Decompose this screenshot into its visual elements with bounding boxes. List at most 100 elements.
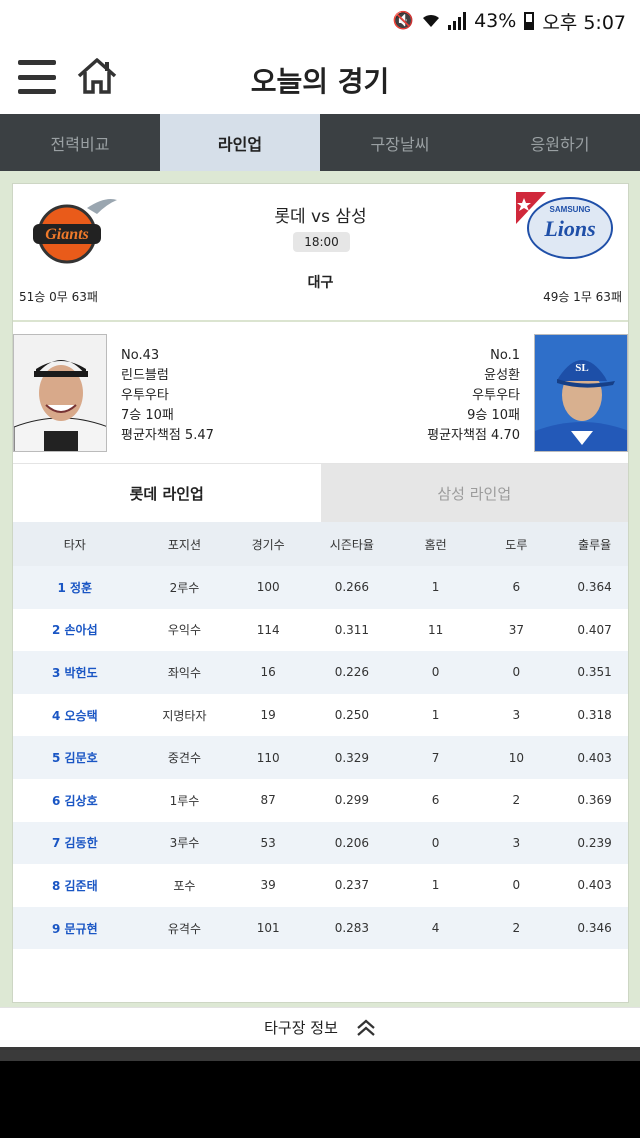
cell-hr: 0: [431, 835, 440, 850]
cell-obp: 0.407: [577, 622, 612, 637]
pitcher-info-left: No.43 린드블럼 우투우타 7승 10패 평균자책점 5.47: [121, 346, 214, 446]
wifi-icon: [423, 14, 440, 27]
cell-obp: 0.364: [577, 580, 612, 595]
cell-position: 포수: [173, 878, 196, 893]
other-games-button[interactable]: 타구장 정보: [0, 1007, 640, 1047]
cell-sb: 0: [512, 665, 521, 680]
mute-icon: 🔇: [392, 11, 415, 31]
table-row: 4 오승택 지명타자 19 0.250 1 3 0.318: [13, 694, 628, 737]
cell-sb: 10: [508, 750, 524, 765]
battery-icon: [524, 12, 535, 30]
cell-position: 3루수: [169, 836, 200, 851]
cell-games: 19: [260, 708, 276, 723]
col-position: 포지션: [167, 537, 201, 552]
bottom-strip: [0, 1047, 640, 1061]
away-record: 49승 1무 63패: [543, 290, 622, 304]
match-teams: 롯데 vs 삼성: [274, 207, 367, 227]
cell-obp: 0.239: [577, 835, 612, 850]
pitcher-photo-right: SL: [534, 334, 628, 452]
tab-comparison[interactable]: 전력비교: [0, 114, 160, 171]
cell-position: 지명타자: [162, 708, 207, 723]
cell-avg: 0.237: [334, 878, 370, 893]
content-area: Giants SAMSUNG Lions 롯데 vs 삼성 18:00 대구 5…: [0, 171, 640, 1007]
cell-games: 16: [260, 665, 276, 680]
match-header: Giants SAMSUNG Lions 롯데 vs 삼성 18:00 대구 5…: [13, 184, 628, 322]
cell-batter[interactable]: 9 문규현: [13, 920, 137, 937]
col-avg: 시즌타율: [329, 537, 374, 552]
cell-games: 114: [256, 622, 280, 637]
stadium-name: 대구: [307, 275, 334, 291]
cell-hr: 4: [431, 921, 440, 936]
tab-lineup[interactable]: 라인업: [160, 114, 320, 171]
table-row: 3 박헌도 좌익수 16 0.226 0 0 0.351: [13, 651, 628, 694]
cell-hr: 11: [427, 622, 444, 637]
svg-text:SL: SL: [575, 362, 588, 374]
table-row: 9 문규현 유격수 101 0.283 4 2 0.346: [13, 906, 628, 950]
tab-bar: 전력비교 라인업 구장날씨 응원하기: [0, 114, 640, 171]
cell-avg: 0.250: [334, 708, 370, 723]
table-row: 1 정훈 2루수 100 0.266 1 6 0.364: [13, 566, 628, 609]
clock: 오후 5:07: [542, 11, 626, 34]
battery-percent: 43%: [474, 10, 517, 32]
cell-obp: 0.403: [577, 750, 612, 765]
cell-position: 1루수: [169, 793, 200, 808]
lineup-card: Giants SAMSUNG Lions 롯데 vs 삼성 18:00 대구 5…: [12, 183, 629, 1003]
match-time: 18:00: [293, 232, 350, 252]
tab-away-lineup[interactable]: 삼성 라인업: [320, 464, 628, 522]
status-bar: 🔇 43% 오후 5:07: [0, 0, 640, 42]
cell-games: 101: [256, 921, 280, 936]
cell-hr: 0: [431, 665, 440, 680]
cell-batter[interactable]: 8 김준태: [13, 877, 137, 894]
cell-games: 100: [256, 580, 280, 595]
cell-hr: 1: [431, 580, 440, 595]
table-row: 5 김문호 중견수 110 0.329 7 10 0.403: [13, 736, 628, 779]
cell-avg: 0.299: [334, 793, 370, 808]
tab-weather[interactable]: 구장날씨: [320, 114, 480, 171]
table-row: 7 김동한 3루수 53 0.206 0 3 0.239: [13, 821, 628, 865]
cell-avg: 0.329: [334, 750, 370, 765]
pitcher-record: 9승 10패: [467, 408, 520, 423]
cell-avg: 0.266: [334, 580, 370, 595]
cell-sb: 37: [508, 622, 524, 637]
table-header: 타자 포지션 경기수 시즌타율 홈런 도루 출루율: [13, 522, 628, 566]
starting-pitchers: No.43 린드블럼 우투우타 7승 10패 평균자책점 5.47 No.1 윤…: [13, 322, 628, 464]
cell-sb: 2: [512, 921, 521, 936]
pitcher-photo-left: [13, 334, 107, 452]
col-batter: 타자: [63, 537, 86, 552]
pitcher-name: 린드블럼: [121, 368, 169, 383]
cell-position: 중견수: [167, 751, 201, 766]
cell-sb: 2: [512, 793, 521, 808]
pitcher-number: No.1: [490, 348, 520, 363]
cell-obp: 0.318: [577, 708, 612, 723]
cell-games: 110: [256, 750, 280, 765]
lineup-tab-bar: 롯데 라인업 삼성 라인업: [13, 464, 628, 522]
cell-batter[interactable]: 6 김상호: [13, 792, 137, 809]
cell-position: 우익수: [167, 623, 201, 638]
table-row: 8 김준태 포수 39 0.237 1 0 0.403: [13, 864, 628, 907]
cell-avg: 0.311: [334, 622, 370, 637]
cell-batter[interactable]: 2 손아섭: [13, 621, 137, 638]
tab-cheer[interactable]: 응원하기: [480, 114, 640, 171]
other-games-label: 타구장 정보: [264, 1019, 338, 1037]
signal-icon: [448, 12, 467, 30]
cell-batter[interactable]: 3 박헌도: [13, 664, 137, 681]
cell-sb: 3: [512, 835, 521, 850]
cell-games: 39: [260, 878, 276, 893]
col-games: 경기수: [251, 537, 285, 552]
cell-batter[interactable]: 5 김문호: [13, 749, 137, 766]
cell-batter[interactable]: 4 오승택: [13, 707, 137, 724]
cell-batter[interactable]: 1 정훈: [13, 579, 137, 596]
pitcher-name: 윤성환: [484, 368, 520, 383]
tab-home-lineup[interactable]: 롯데 라인업: [13, 464, 321, 522]
cell-obp: 0.346: [577, 921, 612, 936]
cell-position: 유격수: [167, 921, 201, 936]
table-row: 6 김상호 1루수 87 0.299 6 2 0.369: [13, 779, 628, 822]
cell-sb: 6: [512, 580, 521, 595]
cell-batter[interactable]: 7 김동한: [13, 834, 137, 851]
cell-games: 53: [260, 835, 276, 850]
cell-obp: 0.351: [577, 665, 612, 680]
pitcher-type: 우투우타: [472, 388, 520, 403]
pitcher-era: 평균자책점 5.47: [121, 428, 214, 443]
col-hr: 홈런: [424, 537, 447, 552]
cell-position: 좌익수: [167, 665, 201, 680]
